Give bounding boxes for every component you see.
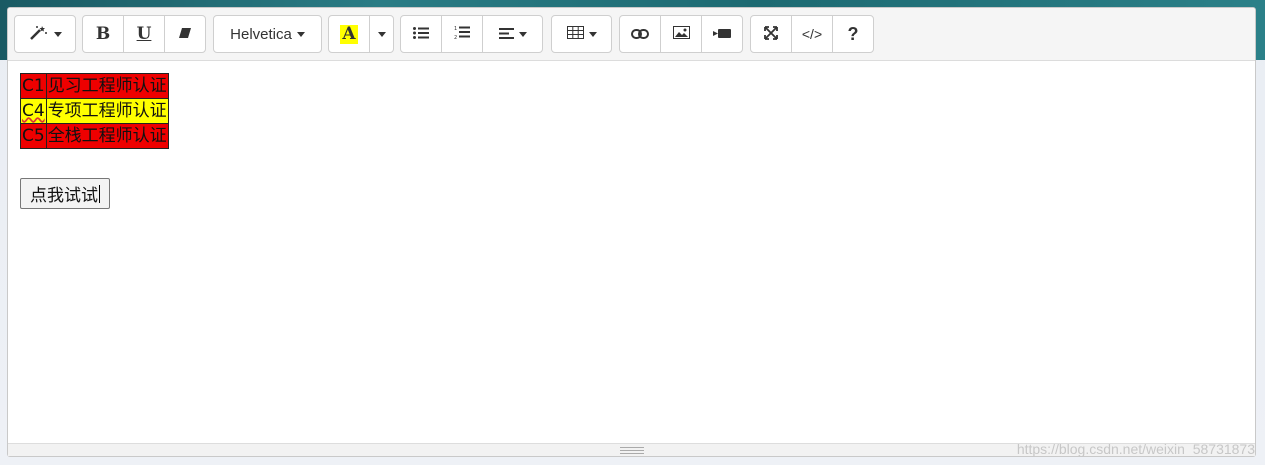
- font-name-group: Helvetica: [213, 15, 322, 53]
- table-group: [551, 15, 612, 53]
- insert-video-button[interactable]: [701, 15, 743, 53]
- bold-button[interactable]: B: [82, 15, 124, 53]
- code-view-button[interactable]: </>: [791, 15, 833, 53]
- view-group: </> ?: [750, 15, 874, 53]
- picture-icon: [672, 26, 690, 42]
- fullscreen-button[interactable]: [750, 15, 792, 53]
- insert-picture-button[interactable]: [660, 15, 702, 53]
- table-row: C4 专项工程师认证: [20, 98, 169, 124]
- chevron-down-icon: [518, 31, 527, 37]
- font-name-dropdown[interactable]: Helvetica: [213, 15, 322, 53]
- table-cell-code: C1: [20, 73, 47, 99]
- style-dropdown-button[interactable]: [14, 15, 76, 53]
- try-it-label: 点我试试: [30, 186, 98, 206]
- insert-link-button[interactable]: [619, 15, 661, 53]
- fullscreen-icon: [764, 25, 778, 43]
- font-name-label: Helvetica: [230, 25, 292, 43]
- highlight-icon: A: [340, 23, 358, 44]
- link-icon: [631, 26, 649, 42]
- editor-content[interactable]: C1 见习工程师认证 C4 专项工程师认证 C5 全栈工程师认证: [20, 73, 169, 149]
- watermark: https://blog.csdn.net/weixin_58731873: [1016, 441, 1255, 457]
- spellcheck-text: C4: [22, 101, 45, 121]
- svg-text:1: 1: [454, 26, 457, 32]
- chevron-down-icon: [377, 31, 386, 37]
- table-cell-name: 专项工程师认证: [45, 98, 169, 124]
- eraser-icon: [178, 26, 192, 42]
- underline-icon: U: [136, 24, 152, 44]
- ordered-list-button[interactable]: 12: [441, 15, 483, 53]
- font-style-group: B U: [82, 15, 206, 53]
- table-cell-name: 全栈工程师认证: [45, 123, 169, 149]
- table-dropdown-button[interactable]: [551, 15, 612, 53]
- svg-text:2: 2: [454, 35, 457, 39]
- highlight-color-button[interactable]: A: [328, 15, 370, 53]
- paragraph-align-dropdown[interactable]: [482, 15, 543, 53]
- magic-wand-icon: [29, 25, 49, 44]
- video-icon: [713, 26, 731, 42]
- chevron-down-icon: [53, 31, 62, 37]
- unordered-list-icon: [413, 26, 429, 42]
- paragraph-group: 12: [400, 15, 543, 53]
- color-dropdown-button[interactable]: [369, 15, 394, 53]
- try-it-button[interactable]: 点我试试: [20, 178, 110, 209]
- bold-icon: B: [95, 24, 111, 44]
- table-cell-code: C5: [20, 123, 47, 149]
- resize-grip-icon[interactable]: [620, 447, 644, 454]
- style-group: [14, 15, 76, 53]
- chevron-down-icon: [296, 31, 305, 37]
- table-cell-code: C4: [20, 98, 47, 124]
- color-group: A: [328, 15, 394, 53]
- unordered-list-button[interactable]: [400, 15, 442, 53]
- chevron-down-icon: [588, 31, 597, 37]
- help-icon: ?: [847, 23, 859, 44]
- code-view-icon: </>: [801, 26, 823, 42]
- table-cell-name: 见习工程师认证: [45, 73, 169, 99]
- table-row: C1 见习工程师认证: [20, 73, 169, 99]
- rich-text-editor: B U Helvetica A 12 </> ? C1 见习工程师认证 C4 专…: [7, 7, 1256, 457]
- align-icon: [498, 26, 514, 42]
- clear-format-button[interactable]: [164, 15, 206, 53]
- help-button[interactable]: ?: [832, 15, 874, 53]
- table-row: C5 全栈工程师认证: [20, 123, 169, 149]
- ordered-list-icon: 12: [454, 26, 470, 42]
- underline-button[interactable]: U: [123, 15, 165, 53]
- insert-group: [619, 15, 743, 53]
- text-cursor: [99, 184, 100, 203]
- certification-table: C1 见习工程师认证 C4 专项工程师认证 C5 全栈工程师认证: [20, 73, 169, 149]
- table-icon: [566, 26, 584, 42]
- editor-toolbar: B U Helvetica A 12 </> ?: [8, 8, 1255, 61]
